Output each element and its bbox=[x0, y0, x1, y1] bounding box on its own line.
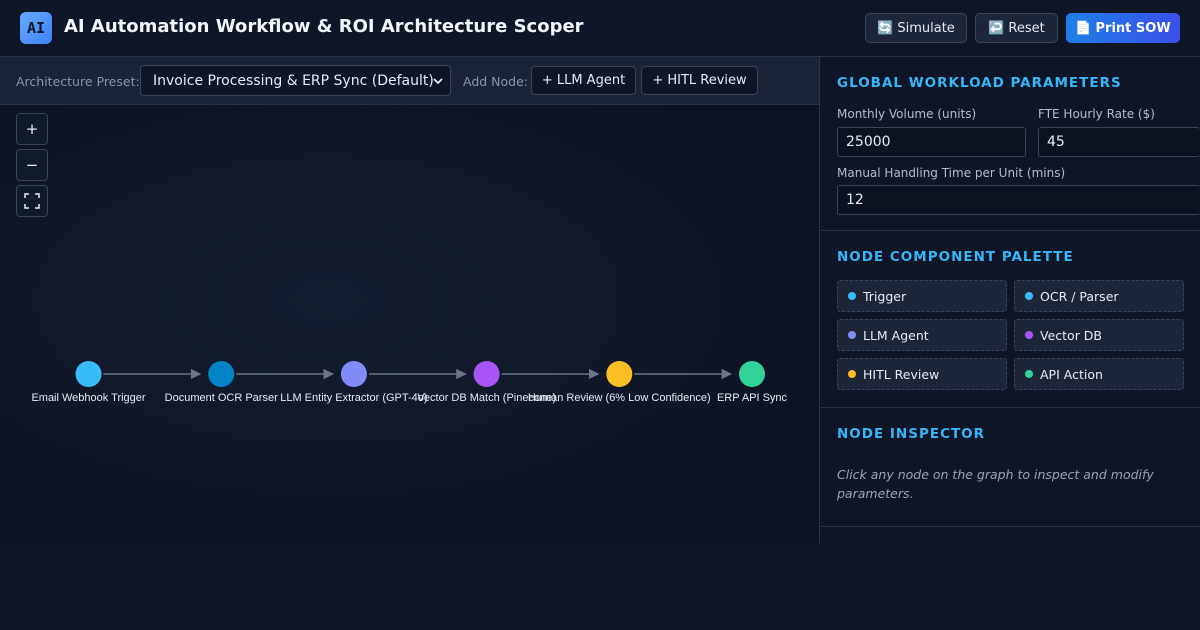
palette-item-label: Vector DB bbox=[1040, 327, 1103, 343]
palette-dot-icon bbox=[1025, 370, 1033, 378]
palette-item[interactable]: HITL Review bbox=[837, 358, 1007, 390]
palette-item-label: API Action bbox=[1040, 366, 1103, 382]
palette-item-label: OCR / Parser bbox=[1040, 288, 1119, 304]
graph-node[interactable] bbox=[340, 361, 367, 387]
graph-node[interactable] bbox=[75, 361, 102, 387]
fte-rate-label: FTE Hourly Rate ($) bbox=[1038, 107, 1155, 121]
workload-section-title: GLOBAL WORKLOAD PARAMETERS bbox=[837, 75, 1122, 91]
handling-time-input[interactable]: 12 bbox=[837, 185, 1200, 215]
component-palette-section: NODE COMPONENT PALETTE Trigger OCR / Pars… bbox=[821, 231, 1200, 408]
inspector-section-title: NODE INSPECTOR bbox=[837, 426, 986, 442]
handling-time-label: Manual Handling Time per Unit (mins) bbox=[837, 166, 1066, 180]
palette-dot-icon bbox=[1025, 292, 1033, 300]
palette-item[interactable]: Trigger bbox=[837, 280, 1007, 312]
print-sow-button-label: Print SOW bbox=[1095, 20, 1171, 36]
refresh-icon: 🔄 bbox=[877, 20, 894, 36]
print-sow-button[interactable]: 📄 Print SOW bbox=[1066, 13, 1180, 43]
palette-item[interactable]: API Action bbox=[1014, 358, 1184, 390]
reset-button-label: Reset bbox=[1008, 20, 1045, 36]
palette-item[interactable]: Vector DB bbox=[1014, 319, 1184, 351]
monthly-volume-label: Monthly Volume (units) bbox=[837, 107, 977, 121]
fte-rate-input[interactable]: 45 bbox=[1038, 127, 1200, 157]
graph-node[interactable] bbox=[473, 361, 500, 387]
graph-node-label: ERP API Sync bbox=[716, 392, 788, 404]
palette-dot-icon bbox=[848, 370, 856, 378]
monthly-volume-input[interactable]: 25000 bbox=[837, 127, 1026, 157]
workload-parameters-section: GLOBAL WORKLOAD PARAMETERS Monthly Volum… bbox=[821, 57, 1200, 231]
workflow-graph-svg bbox=[75, 361, 765, 387]
palette-item[interactable]: LLM Agent bbox=[837, 319, 1007, 351]
graph-node[interactable] bbox=[739, 361, 765, 387]
inspector-hint-text: Click any node on the graph to inspect a… bbox=[837, 467, 1154, 501]
palette-item-label: Trigger bbox=[863, 288, 907, 304]
graph-node-label: LLM Entity Extractor (GPT-4o) bbox=[280, 392, 428, 404]
palette-section-title: NODE COMPONENT PALETTE bbox=[837, 249, 1074, 265]
undo-icon: ↩️ bbox=[988, 20, 1005, 36]
document-icon: 📄 bbox=[1075, 20, 1092, 36]
graph-node-label: Human Review (6% Low Confidence) bbox=[527, 392, 711, 404]
graph-node-label: Email Webhook Trigger bbox=[31, 392, 146, 404]
palette-dot-icon bbox=[848, 331, 856, 339]
palette-item-label: LLM Agent bbox=[863, 327, 929, 343]
graph-node[interactable] bbox=[208, 361, 235, 387]
palette-dot-icon bbox=[1025, 331, 1033, 339]
side-panel: GLOBAL WORKLOAD PARAMETERS Monthly Volum… bbox=[821, 57, 1200, 630]
workflow-graph: Email Webhook Trigger Document OCR Parser… bbox=[0, 0, 820, 543]
palette-item-label: HITL Review bbox=[863, 366, 940, 382]
simulate-button[interactable]: 🔄 Simulate bbox=[865, 13, 967, 43]
palette-item[interactable]: OCR / Parser bbox=[1014, 280, 1184, 312]
graph-node-label: Document OCR Parser bbox=[164, 392, 278, 404]
palette-dot-icon bbox=[848, 292, 856, 300]
graph-node[interactable] bbox=[606, 361, 633, 387]
reset-button[interactable]: ↩️ Reset bbox=[975, 13, 1058, 43]
simulate-button-label: Simulate bbox=[897, 20, 955, 36]
